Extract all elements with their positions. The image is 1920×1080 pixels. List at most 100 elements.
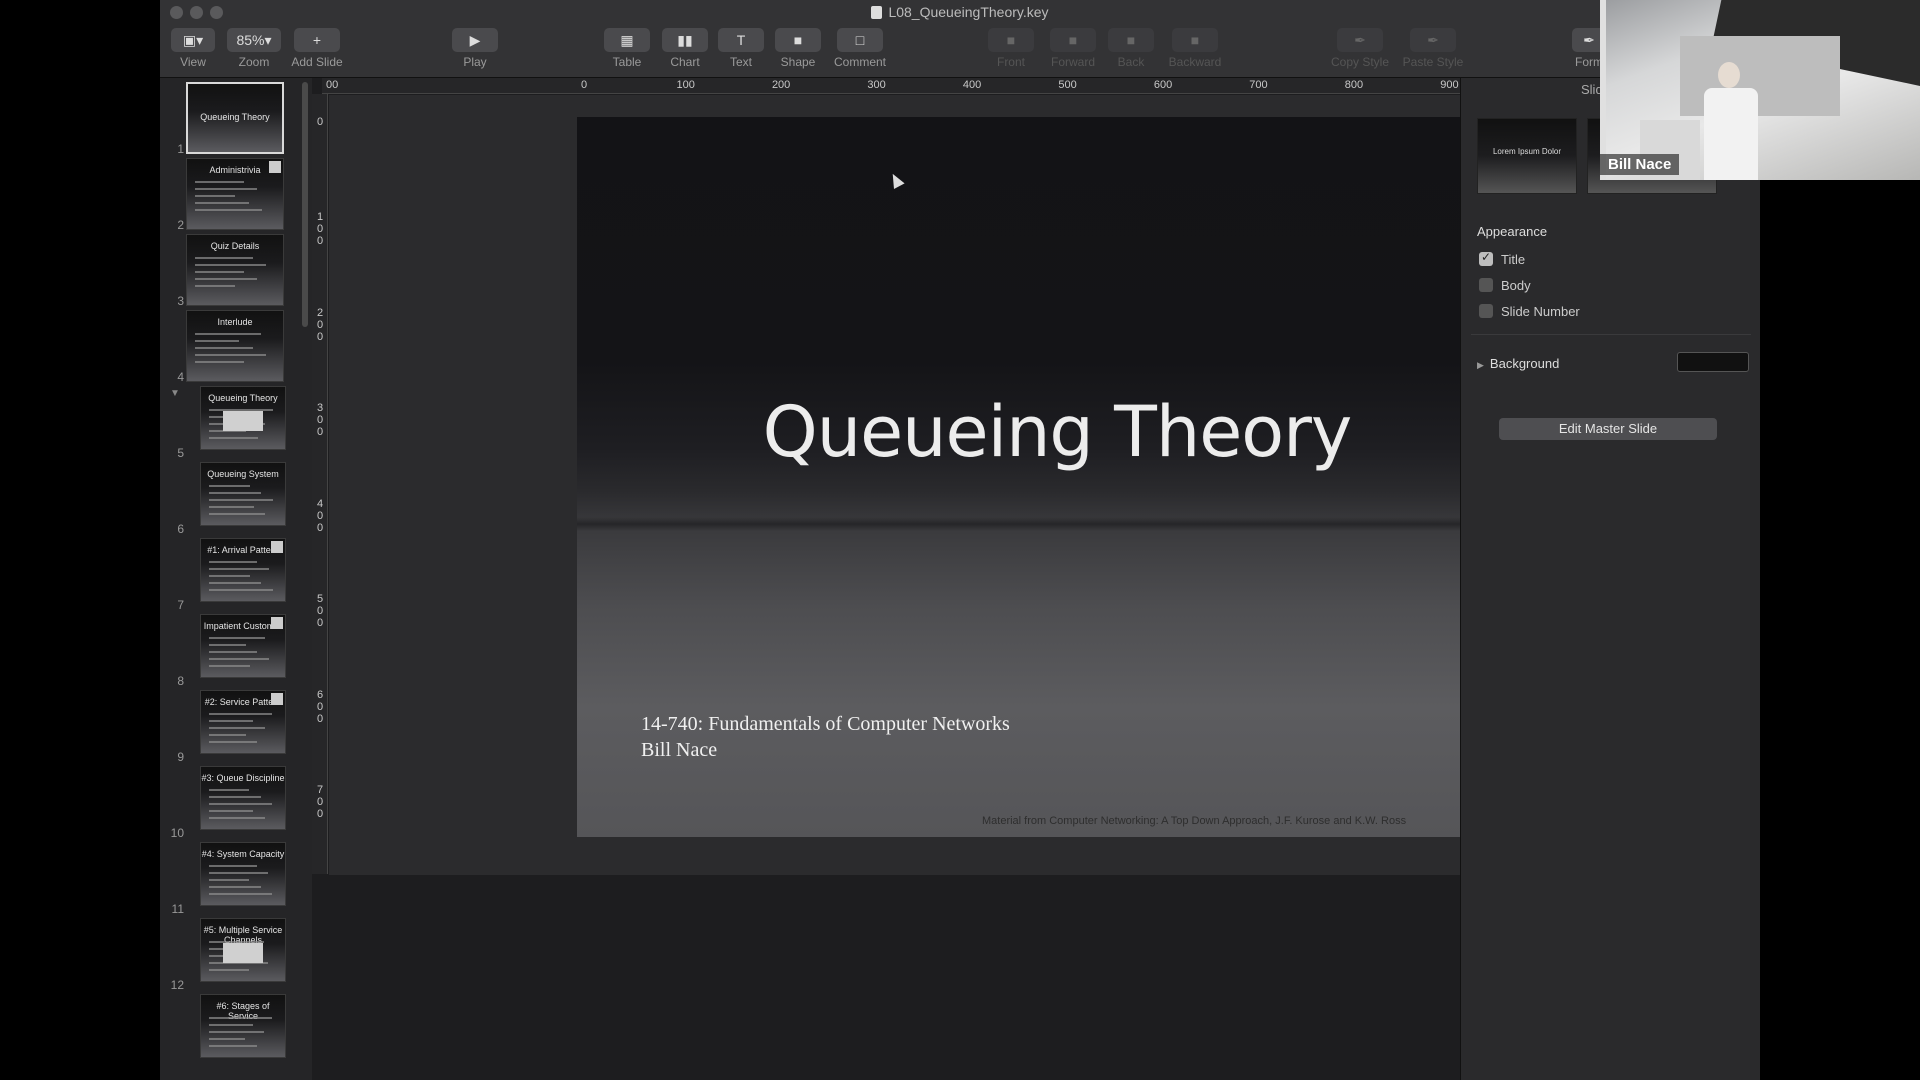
text-label: Text <box>729 55 752 69</box>
zoom-menu[interactable]: 85% ▾ Zoom <box>226 28 282 69</box>
slide-number-label: 11 <box>171 902 184 916</box>
slide-thumbnail[interactable]: Administrivia <box>186 158 284 230</box>
slide-credit[interactable]: Material from Computer Networking: A Top… <box>982 815 1406 827</box>
slide-thumbnail[interactable]: #3: Queue Discipline <box>200 766 286 830</box>
slide-title[interactable]: Queueing Theory <box>577 391 1460 473</box>
shape-button[interactable]: ■ Shape <box>772 28 824 69</box>
inspector-divider <box>1471 334 1751 335</box>
slide-thumbnail-bullets <box>195 333 275 368</box>
slide-number-checkbox-row[interactable]: Slide Number <box>1479 304 1580 319</box>
chart-icon: ▮▮ <box>662 28 708 52</box>
slide-thumbnail[interactable]: #5: Multiple Service Channels <box>200 918 286 982</box>
ruler-v-label: 0 <box>316 116 324 128</box>
slide-number-label: 10 <box>170 826 184 840</box>
slide-subtitle[interactable]: 14-740: Fundamentals of Computer Network… <box>641 711 1010 763</box>
add-slide-button[interactable]: + Add Slide <box>288 28 346 69</box>
ruler-v-label: 500 <box>316 593 324 630</box>
slide-subtitle-author: Bill Nace <box>641 739 718 761</box>
text-button[interactable]: T Text <box>716 28 766 69</box>
slide-thumbnail[interactable]: #6: Stages of Service <box>200 994 286 1058</box>
comment-icon: □ <box>837 28 883 52</box>
ruler-v-label: 600 <box>316 688 324 725</box>
slide-number-label: 2 <box>177 218 184 232</box>
ruler-v-label: 700 <box>316 784 324 821</box>
document-title: L08_QueueingTheory.key <box>160 4 1760 20</box>
slide-thumbnail-title: Interlude <box>217 317 253 327</box>
slide-number-checkbox-label: Slide Number <box>1501 304 1580 319</box>
title-checkbox[interactable] <box>1479 250 1493 266</box>
slide-number-label: 5 <box>177 446 184 460</box>
slide-number-checkbox[interactable] <box>1479 304 1493 318</box>
bring-front-icon: ■ <box>988 28 1034 52</box>
back-button[interactable]: ■ Back <box>1106 28 1156 69</box>
slide-number-label: 8 <box>177 674 184 688</box>
forward-label: Forward <box>1050 55 1095 69</box>
ruler-h-label: 200 <box>771 79 791 91</box>
body-checkbox[interactable] <box>1479 278 1493 292</box>
background-row[interactable]: ▶ Background <box>1477 352 1749 372</box>
slide-thumbnail[interactable]: Queueing Theory <box>200 386 286 450</box>
forward-button[interactable]: ■ Forward <box>1040 28 1106 69</box>
slide-number-label: 3 <box>177 294 184 308</box>
background-label: Background <box>1489 356 1560 371</box>
edit-master-slide-button[interactable]: Edit Master Slide <box>1499 418 1717 440</box>
slide-thumbnail-bullets <box>209 485 277 520</box>
body-checkbox-label: Body <box>1501 278 1531 293</box>
table-button[interactable]: ▦ Table <box>602 28 652 69</box>
slide-thumbnail[interactable]: Interlude <box>186 310 284 382</box>
copy-style-label: Copy Style <box>1330 55 1390 69</box>
ruler-h-label: 600 <box>1153 79 1173 91</box>
title-checkbox-label: Title <box>1501 252 1526 267</box>
view-icon: ▣▾ <box>171 28 215 52</box>
slide-thumbnail[interactable]: #1: Arrival Pattern <box>200 538 286 602</box>
play-icon: ▶ <box>452 28 498 52</box>
ruler-v-label: 200 <box>316 306 324 343</box>
slide-thumbnail[interactable]: Quiz Details <box>186 234 284 306</box>
webcam-name-tag: Bill Nace <box>1600 154 1680 175</box>
slide-thumbnail[interactable]: Queueing System <box>200 462 286 526</box>
add-slide-label: Add Slide <box>291 55 343 69</box>
disclosure-triangle-icon[interactable]: ▶ <box>1477 360 1484 370</box>
title-checkbox-row[interactable]: Title <box>1479 250 1526 267</box>
background-color-well[interactable] <box>1677 352 1749 372</box>
chart-button[interactable]: ▮▮ Chart <box>657 28 713 69</box>
view-label: View <box>180 55 206 69</box>
ruler-h-label: 300 <box>867 79 886 91</box>
comment-button[interactable]: □ Comment <box>828 28 892 69</box>
copy-style-button[interactable]: ✒ Copy Style <box>1326 28 1394 69</box>
slide-layout-thumbnail[interactable]: Lorem Ipsum Dolor <box>1477 118 1577 194</box>
webcam-frame-edge <box>1600 0 1606 180</box>
slide-number-label: 4 <box>177 370 184 384</box>
text-icon: T <box>718 28 764 52</box>
slide-thumbnail[interactable]: Queueing Theory <box>186 82 284 154</box>
play-button[interactable]: ▶ Play <box>450 28 500 69</box>
horizontal-ruler: 000100200300400500600700800900100011 <box>322 78 1460 94</box>
slide-thumbnail[interactable]: Impatient Customer <box>200 614 286 678</box>
document-icon <box>871 6 883 19</box>
paste-style-label: Paste Style <box>1402 55 1464 69</box>
slide-thumbnail[interactable]: #4: System Capacity <box>200 842 286 906</box>
view-button[interactable]: ▣▾ View <box>170 28 216 69</box>
slide-thumbnail-bullets <box>209 561 277 596</box>
slide-thumbnail-title: Queueing System <box>207 469 279 479</box>
ruler-v-label: 300 <box>316 402 324 439</box>
paste-style-button[interactable]: ✒ Paste Style <box>1398 28 1468 69</box>
bring-forward-icon: ■ <box>1050 28 1096 52</box>
slide-thumbnail-image <box>271 693 283 705</box>
slide-thumbnail-title: Quiz Details <box>210 241 260 251</box>
chart-label: Chart <box>670 55 700 69</box>
table-label: Table <box>612 55 642 69</box>
slide-number-label: 6 <box>177 522 184 536</box>
slide-thumbnail[interactable]: #2: Service Pattern <box>200 690 286 754</box>
slide-navigator: ▼ 1 Queueing Theory 2 Administrivia 3 Quiz De… <box>160 78 312 1080</box>
body-checkbox-row[interactable]: Body <box>1479 278 1531 293</box>
collapse-group-arrow-icon[interactable]: ▼ <box>170 388 180 399</box>
slide-number-label: 12 <box>170 978 184 992</box>
navigator-scrollbar[interactable] <box>302 82 308 327</box>
front-button[interactable]: ■ Front <box>986 28 1036 69</box>
copy-style-icon: ✒ <box>1337 28 1383 52</box>
slide-number-label: 9 <box>177 750 184 764</box>
slide[interactable]: Queueing Theory 14-740: Fundamentals of … <box>577 117 1460 837</box>
title-bar: L08_QueueingTheory.key <box>160 0 1760 26</box>
backward-button[interactable]: ■ Backward <box>1160 28 1230 69</box>
